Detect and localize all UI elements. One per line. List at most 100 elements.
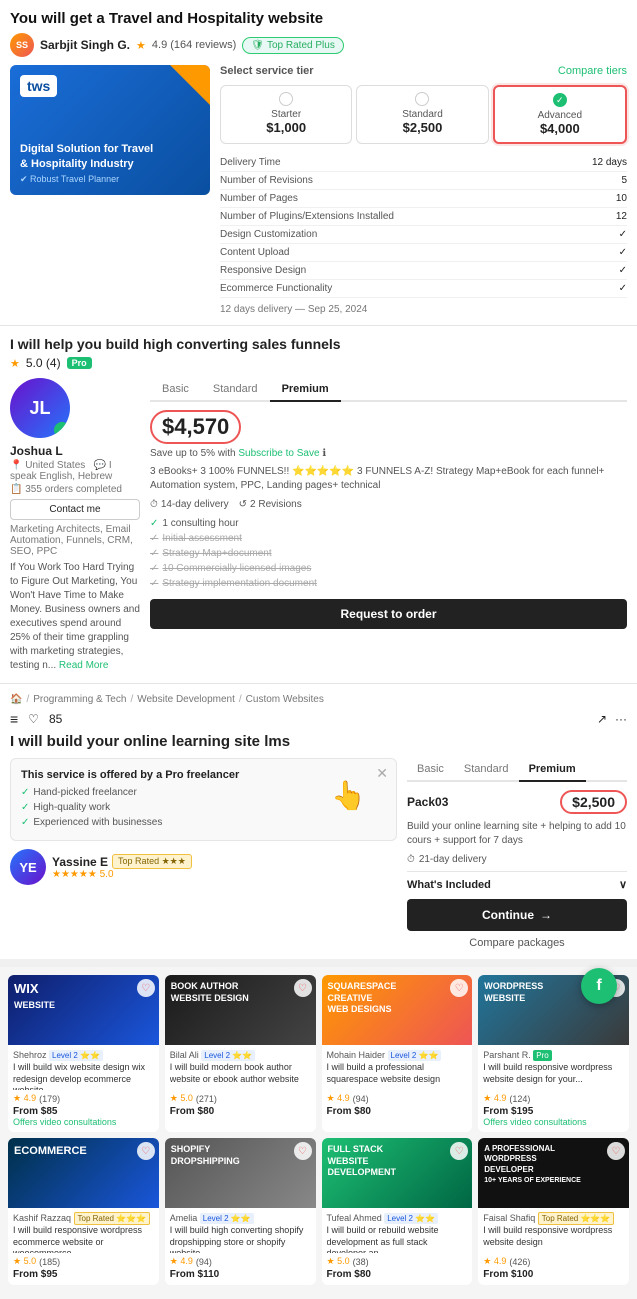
lms-right: Basic Standard Premium Pack03 $2,500 Bui…	[407, 758, 627, 949]
card-title-4: I will build responsive wordpress websit…	[483, 1062, 624, 1090]
thumb-wix: WIXWEBSITE ♡	[8, 975, 159, 1045]
card-title-6: I will build high converting shopify dro…	[170, 1225, 311, 1253]
feature-list: ✓ 1 consulting hour ✓ Initial assessment…	[150, 516, 627, 591]
lms-pricing-tabs: Basic Standard Premium	[407, 758, 627, 782]
request-order-button[interactable]: Request to order	[150, 599, 627, 629]
lms-tab-standard[interactable]: Standard	[454, 758, 519, 782]
section2-content: JL ✓ Joshua L 📍 United States 💬 I speak …	[10, 378, 627, 673]
feature-3: ✓ Strategy Map+document	[150, 546, 627, 561]
card-seller-7: Tufeal Ahmed Level 2 ⭐⭐	[327, 1213, 468, 1223]
grid-card-ecom[interactable]: ECOMMERCE ♡ Kashif Razzaq Top Rated ⭐⭐⭐ …	[8, 1138, 159, 1285]
page-wrapper: You will get a Travel and Hospitality we…	[0, 0, 637, 1299]
grid-card-fullstack[interactable]: FULL STACKWEBSITEDEVELOPMENT ♡ Tufeal Ah…	[322, 1138, 473, 1285]
read-more-link[interactable]: Read More	[59, 660, 108, 671]
grid-card-book[interactable]: BOOK AUTHORWEBSITE DESIGN ♡ Bilal Ali Le…	[165, 975, 316, 1132]
compare-tiers-link[interactable]: Compare tiers	[558, 65, 627, 77]
service-tier-panel: Select service tier Compare tiers Starte…	[220, 65, 627, 315]
funnels-section: I will help you build high converting sa…	[0, 326, 637, 684]
close-button[interactable]: ✕	[376, 765, 388, 782]
compare-packages-link[interactable]: Compare packages	[407, 937, 627, 949]
card-price-3: From $80	[327, 1106, 468, 1117]
pro-notice-item-3: ✓ Experienced with businesses	[21, 815, 386, 830]
grid-card-drop[interactable]: SHOPIFYDROPSHIPPING ♡ Amelia Level 2 ⭐⭐ …	[165, 1138, 316, 1285]
shield-icon: 🛡	[251, 40, 264, 51]
lms-tab-basic[interactable]: Basic	[407, 758, 454, 782]
grid-card-wpdev[interactable]: A PROFESSIONALWORDPRESSDEVELOPER10+ YEAR…	[478, 1138, 629, 1285]
contact-button[interactable]: Contact me	[10, 499, 140, 520]
subscribe-link[interactable]: Subscribe to Save	[238, 448, 319, 459]
thumb-fullstack: FULL STACKWEBSITEDEVELOPMENT ♡	[322, 1138, 473, 1208]
grid-card-sq[interactable]: SQUARESPACECREATIVEWEB DESIGNS ♡ Mohain …	[322, 975, 473, 1132]
breadcrumb-3[interactable]: Custom Websites	[246, 694, 324, 705]
verified-badge: ✓	[54, 422, 70, 438]
heart-icon[interactable]: ♡	[28, 712, 39, 726]
grid-section: WIXWEBSITE ♡ Shehroz Level 2 ⭐⭐ I will b…	[0, 967, 637, 1299]
tier-standard[interactable]: Standard $2,500	[356, 85, 488, 144]
thumb-ecom: ECOMMERCE ♡	[8, 1138, 159, 1208]
revisions: ↺ 2 Revisions	[239, 499, 302, 510]
heart-icon-1[interactable]: ♡	[137, 979, 155, 997]
lms-package-row: Pack03 $2,500	[407, 790, 627, 814]
seller-rating: 4.9 (164 reviews)	[152, 39, 236, 51]
star-icon-2: ★	[10, 357, 20, 370]
menu-icon[interactable]: ≡	[10, 711, 18, 727]
seller-location: 📍 United States 💬 I speak English, Hebre…	[10, 460, 140, 482]
lms-tab-premium[interactable]: Premium	[519, 758, 586, 782]
card-price-1: From $85	[13, 1106, 154, 1117]
lms-avatar: YE	[10, 849, 46, 885]
card-title-8: I will build responsive wordpress websit…	[483, 1225, 624, 1253]
tab-premium[interactable]: Premium	[270, 378, 341, 402]
heart-icon-6[interactable]: ♡	[294, 1142, 312, 1160]
hero-headline: Digital Solution for Travel & Hospitalit…	[20, 142, 153, 171]
card-title-3: I will build a professional squarespace …	[327, 1062, 468, 1090]
heart-icon-5[interactable]: ♡	[137, 1142, 155, 1160]
heart-icon-8[interactable]: ♡	[607, 1142, 625, 1160]
tier-starter[interactable]: Starter $1,000	[220, 85, 352, 144]
fiverr-fab[interactable]: f	[581, 968, 617, 1004]
delivery-footer: 12 days delivery — Sep 25, 2024	[220, 304, 627, 315]
continue-button[interactable]: Continue →	[407, 899, 627, 931]
section3-content: ✕ This service is offered by a Pro freel…	[10, 758, 627, 949]
tier-advanced[interactable]: Advanced $4,000	[493, 85, 627, 144]
tab-standard[interactable]: Standard	[201, 378, 270, 402]
card-price-8: From $100	[483, 1269, 624, 1280]
heart-icon-2[interactable]: ♡	[294, 979, 312, 997]
more-icon[interactable]: ···	[615, 712, 627, 726]
breadcrumb-1[interactable]: Programming & Tech	[33, 694, 126, 705]
card-rating-1: ★ 4.9 (179)	[13, 1093, 154, 1104]
lms-seller-row: YE Yassine E Top Rated ★★★ ★★★★★ 5.0	[10, 849, 397, 885]
feature-1: ✓ 1 consulting hour	[150, 516, 627, 531]
delivery-time: ⏱ 14-day delivery	[150, 499, 229, 510]
star-icon: ★	[136, 39, 146, 52]
package-desc: 3 eBooks+ 3 100% FUNNELS!! ⭐⭐⭐⭐⭐ 3 FUNNE…	[150, 465, 627, 493]
card-seller-4: Parshant R. Pro	[483, 1050, 624, 1060]
tier-starter-circle	[279, 92, 293, 106]
card-seller-1: Shehroz Level 2 ⭐⭐	[13, 1050, 154, 1060]
lms-section: 🏠 / Programming & Tech / Website Develop…	[0, 684, 637, 967]
grid-card-wix[interactable]: WIXWEBSITE ♡ Shehroz Level 2 ⭐⭐ I will b…	[8, 975, 159, 1132]
card-rating-3: ★ 4.9 (94)	[327, 1093, 468, 1104]
hero-image: tws Digital Solution for Travel & Hospit…	[10, 65, 210, 195]
tier-advanced-price: $4,000	[499, 121, 621, 136]
section3-header: ≡ ♡ 85 ↗ ···	[10, 711, 627, 727]
breadcrumb-2[interactable]: Website Development	[137, 694, 235, 705]
tab-basic[interactable]: Basic	[150, 378, 201, 402]
thumb-sq: SQUARESPACECREATIVEWEB DESIGNS ♡	[322, 975, 473, 1045]
lms-rating: ★★★★★ 5.0	[52, 869, 192, 880]
breadcrumb: 🏠 / Programming & Tech / Website Develop…	[10, 694, 627, 705]
delivery-row: ⏱ 14-day delivery ↺ 2 Revisions	[150, 499, 627, 510]
card-title-7: I will build or rebuild website developm…	[327, 1225, 468, 1253]
hero-logo: tws	[20, 75, 57, 97]
price-amount: $4,570	[150, 410, 241, 444]
tier-header-label: Select service tier	[220, 65, 314, 77]
tier-standard-name: Standard	[361, 109, 483, 120]
card-title-5: I will build responsive wordpress ecomme…	[13, 1225, 154, 1253]
pro-notice: ✕ This service is offered by a Pro freel…	[10, 758, 397, 841]
section3-title: I will build your online learning site l…	[10, 733, 627, 750]
section1-title: You will get a Travel and Hospitality we…	[10, 10, 627, 27]
share-icon[interactable]: ↗	[597, 712, 607, 726]
card-rating-8: ★ 4.9 (426)	[483, 1256, 624, 1267]
card-price-5: From $95	[13, 1269, 154, 1280]
tier-advanced-circle	[553, 93, 567, 107]
whats-included[interactable]: What's Included ∨	[407, 871, 627, 891]
